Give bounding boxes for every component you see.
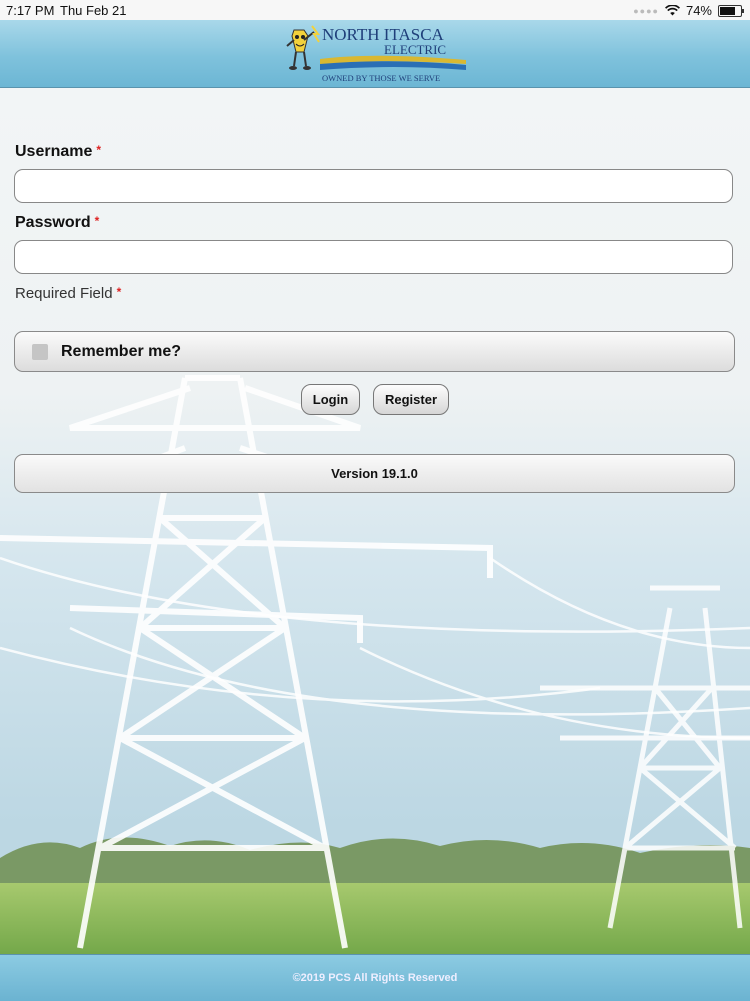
username-label-text: Username xyxy=(15,143,93,160)
remember-me-label: Remember me? xyxy=(61,343,182,360)
wifi-icon xyxy=(664,5,680,16)
footer: ©2019 PCS All Rights Reserved xyxy=(0,954,750,1001)
password-input[interactable] xyxy=(14,240,733,274)
required-marker: * xyxy=(116,285,122,299)
cellular-dots-icon: ●●●● xyxy=(633,5,659,16)
login-button[interactable]: Login xyxy=(301,384,360,415)
required-field-note: Required Field * xyxy=(15,285,121,302)
mascot-icon xyxy=(286,25,320,70)
logo-tagline: OWNED BY THOSE WE SERVE xyxy=(322,73,440,83)
main-content: Username * Password * Required Field * Reme… xyxy=(0,88,750,954)
status-time: 7:17 PM xyxy=(6,3,55,18)
username-label: Username * xyxy=(15,143,101,161)
status-indicators: ●●●● 74% xyxy=(633,3,744,18)
password-label: Password * xyxy=(15,214,99,232)
company-logo: NORTH ITASCA ELECTRIC OWNED BY THOSE WE … xyxy=(286,25,466,83)
register-button[interactable]: Register xyxy=(373,384,449,415)
battery-icon xyxy=(718,4,744,17)
version-bar: Version 19.1.0 xyxy=(14,454,735,493)
status-date: Thu Feb 21 xyxy=(60,3,127,18)
remember-me-toggle[interactable]: Remember me? xyxy=(14,331,735,372)
power-lines-background xyxy=(0,88,750,954)
required-marker: * xyxy=(96,143,102,157)
app-header: NORTH ITASCA ELECTRIC OWNED BY THOSE WE … xyxy=(0,20,750,88)
status-bar: 7:17 PM Thu Feb 21 ●●●● 74% xyxy=(0,0,750,20)
battery-percent: 74% xyxy=(685,3,712,18)
remember-me-checkbox[interactable] xyxy=(32,344,48,360)
copyright-text: ©2019 PCS All Rights Reserved xyxy=(292,972,458,984)
password-label-text: Password xyxy=(15,214,91,231)
required-marker: * xyxy=(94,214,100,228)
required-field-text: Required Field xyxy=(15,285,113,302)
logo-line2: ELECTRIC xyxy=(384,42,446,57)
version-text: Version 19.1.0 xyxy=(331,466,418,481)
username-input[interactable] xyxy=(14,169,733,203)
